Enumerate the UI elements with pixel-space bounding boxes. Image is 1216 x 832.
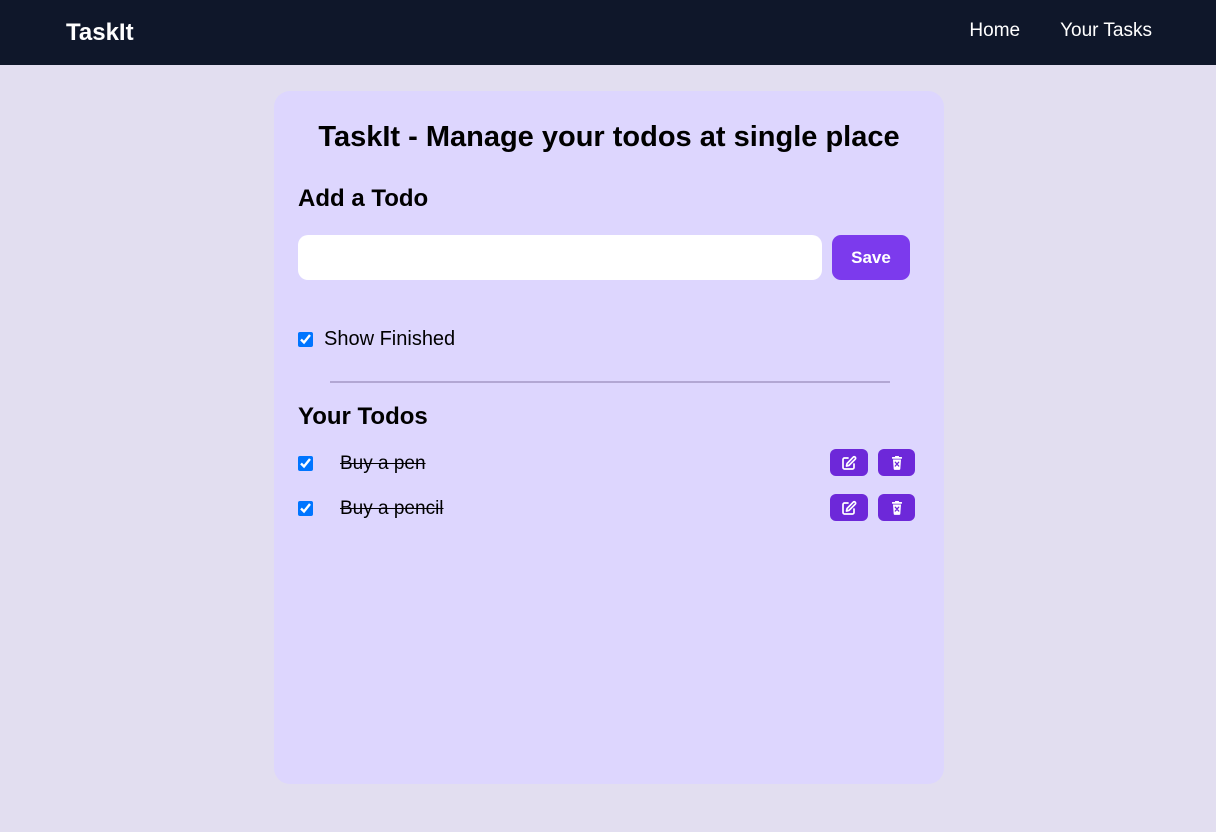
- page-title: TaskIt - Manage your todos at single pla…: [318, 121, 900, 153]
- todo-text: Buy a pencil: [340, 498, 444, 519]
- edit-todo-button[interactable]: [830, 494, 868, 521]
- edit-icon: [842, 455, 857, 470]
- todo-text: Buy a pen: [340, 453, 426, 474]
- your-todos-heading: Your Todos: [298, 403, 428, 430]
- todo-card: TaskIt - Manage your todos at single pla…: [274, 91, 944, 784]
- delete-todo-button[interactable]: [878, 494, 915, 521]
- trash-icon: [891, 500, 902, 515]
- edit-todo-button[interactable]: [830, 449, 868, 476]
- todo-checkbox[interactable]: [298, 501, 313, 516]
- todo-item: Buy a pencil: [298, 491, 916, 536]
- edit-icon: [842, 500, 857, 515]
- todo-list: Buy a pen Buy a pencil: [298, 446, 916, 536]
- divider: [330, 381, 890, 383]
- todo-input[interactable]: [298, 235, 822, 280]
- show-finished-toggle[interactable]: Show Finished: [298, 327, 455, 351]
- add-todo-heading: Add a Todo: [298, 185, 429, 212]
- trash-icon: [891, 455, 902, 470]
- show-finished-label: Show Finished: [324, 328, 456, 350]
- show-finished-checkbox[interactable]: [298, 331, 313, 347]
- nav-link-your-tasks[interactable]: Your Tasks: [1060, 19, 1152, 43]
- delete-todo-button[interactable]: [878, 449, 915, 476]
- save-button[interactable]: Save: [832, 235, 910, 280]
- brand-logo[interactable]: TaskIt: [66, 19, 134, 47]
- todo-item: Buy a pen: [298, 446, 916, 491]
- todo-checkbox[interactable]: [298, 456, 313, 471]
- navbar: TaskIt Home Your Tasks: [0, 0, 1216, 65]
- nav-link-home[interactable]: Home: [969, 19, 1020, 43]
- nav-links: Home Your Tasks: [969, 19, 1152, 43]
